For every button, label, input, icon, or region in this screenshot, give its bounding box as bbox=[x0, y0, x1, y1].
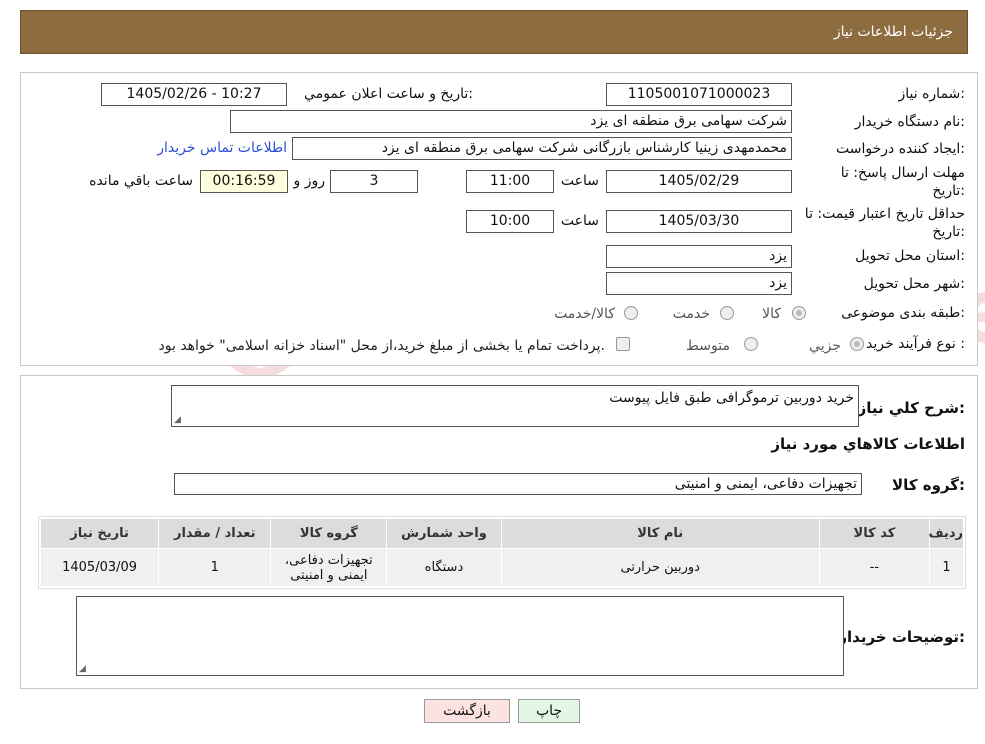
validity-label-2: تاريخ: bbox=[932, 224, 965, 240]
category-label: طبقه بندی موضوعی: bbox=[841, 305, 965, 321]
announce-label: تاریخ و ساعت اعلان عمومي: bbox=[304, 86, 473, 102]
summary-label: شرح کلي نياز: bbox=[857, 399, 965, 417]
buyer-notes-label: توضيحات خريدار: bbox=[838, 628, 965, 646]
need-number-field: 1105001071000023 bbox=[606, 83, 792, 106]
process-label: نوع فرآيند خريد : bbox=[866, 336, 965, 352]
validity-time-field: 10:00 bbox=[466, 210, 554, 233]
goods-section-title: اطلاعات کالاهاي مورد نياز bbox=[771, 435, 965, 453]
days-label: روز و bbox=[293, 173, 326, 189]
cell-code: -- bbox=[818, 548, 930, 587]
cell-name: دوربين حرارتی bbox=[500, 548, 820, 587]
group-label: گروه کالا: bbox=[892, 476, 965, 494]
col-code-header: کد کالا bbox=[818, 518, 930, 549]
cell-date: 1405/03/09 bbox=[39, 548, 160, 587]
category-goods-radio[interactable] bbox=[792, 306, 806, 320]
goods-table: رديف کد کالا نام کالا واحد شمارش گروه کا… bbox=[39, 518, 965, 587]
deadline-label-2: تاریخ: bbox=[932, 183, 965, 199]
resize-grip-icon[interactable]: ◢ bbox=[79, 664, 86, 674]
process-medium-label: متوسط bbox=[686, 338, 730, 354]
deadline-date-field: 1405/02/29 bbox=[606, 170, 792, 193]
category-goods-service-radio[interactable] bbox=[624, 306, 638, 320]
need-number-label: شماره نیاز: bbox=[898, 86, 965, 102]
creator-field: محمدمهدی زینیا کارشناس بازرگانی شرکت سها… bbox=[292, 137, 792, 160]
category-goods-label: کالا bbox=[762, 306, 781, 322]
category-service-label: خدمت bbox=[672, 306, 710, 322]
city-field: یزد bbox=[606, 272, 792, 295]
buyer-contact-link[interactable]: اطلاعات تماس خريدار bbox=[157, 140, 287, 156]
process-minor-radio[interactable] bbox=[850, 337, 864, 351]
print-button[interactable]: چاپ bbox=[518, 699, 580, 723]
days-field: 3 bbox=[330, 170, 418, 193]
back-button[interactable]: بازگشت bbox=[424, 699, 510, 723]
col-name-header: نام کالا bbox=[500, 518, 820, 549]
deadline-label-1: مهلت ارسال پاسخ: تا bbox=[840, 165, 965, 181]
process-medium-radio[interactable] bbox=[744, 337, 758, 351]
cell-qty: 1 bbox=[158, 548, 272, 587]
validity-date-field: 1405/03/30 bbox=[606, 210, 792, 233]
province-label: استان محل تحويل: bbox=[855, 248, 965, 264]
validity-time-label: ساعت bbox=[560, 213, 599, 229]
group-field: تجهیزات دفاعی، ایمنی و امنیتی bbox=[174, 473, 862, 495]
table-row: 1 -- دوربين حرارتی دستگاه تجهیزات دفاعی،… bbox=[39, 548, 965, 587]
cell-row: 1 bbox=[928, 548, 965, 587]
col-date-header: تاريخ نياز bbox=[39, 518, 160, 549]
process-treasury-checkbox[interactable] bbox=[616, 337, 630, 351]
city-label: شهر محل تحويل: bbox=[863, 276, 965, 292]
process-note: پرداخت تمام يا بخشی از مبلغ خريد،از محل … bbox=[158, 338, 605, 354]
deadline-time-field: 11:00 bbox=[466, 170, 554, 193]
summary-text: خرید دوربین ترموگرافی طبق فایل پیوست bbox=[609, 390, 854, 406]
page-title: جزئیات اطلاعات نیاز bbox=[833, 24, 953, 40]
col-unit-header: واحد شمارش bbox=[386, 518, 502, 549]
category-service-radio[interactable] bbox=[720, 306, 734, 320]
remaining-label: ساعت باقي مانده bbox=[89, 173, 193, 189]
page-header: جزئیات اطلاعات نیاز bbox=[20, 10, 968, 54]
col-qty-header: تعداد / مقدار bbox=[158, 518, 272, 549]
creator-label: ايجاد كننده درخواست: bbox=[836, 141, 965, 157]
cell-group: تجهیزات دفاعی، ایمنی و امنیتی bbox=[270, 548, 388, 587]
announce-field: 1405/02/26 - 10:27 bbox=[101, 83, 287, 106]
resize-grip-icon[interactable]: ◢ bbox=[174, 415, 181, 425]
buyer-org-label: نام دستگاه خريدار: bbox=[854, 114, 965, 130]
summary-textarea[interactable]: خرید دوربین ترموگرافی طبق فایل پیوست ◢ bbox=[171, 385, 859, 427]
validity-label-1: حداقل تاريخ اعتبار قيمت: تا bbox=[804, 206, 965, 222]
table-header-row: رديف کد کالا نام کالا واحد شمارش گروه کا… bbox=[39, 518, 965, 549]
remaining-time-field: 00:16:59 bbox=[200, 170, 288, 193]
category-goods-service-label: کالا/خدمت bbox=[554, 306, 615, 322]
goods-table-wrapper: رديف کد کالا نام کالا واحد شمارش گروه کا… bbox=[38, 516, 966, 589]
deadline-time-label: ساعت bbox=[560, 173, 599, 189]
process-minor-label: جزيي bbox=[809, 338, 841, 354]
province-field: یزد bbox=[606, 245, 792, 268]
buyer-org-field: شرکت سهامی برق منطقه ای یزد bbox=[230, 110, 792, 133]
cell-unit: دستگاه bbox=[386, 548, 502, 587]
buyer-notes-textarea[interactable]: ◢ bbox=[76, 596, 844, 676]
col-group-header: گروه کالا bbox=[270, 518, 388, 549]
col-row-header: رديف bbox=[928, 518, 965, 549]
